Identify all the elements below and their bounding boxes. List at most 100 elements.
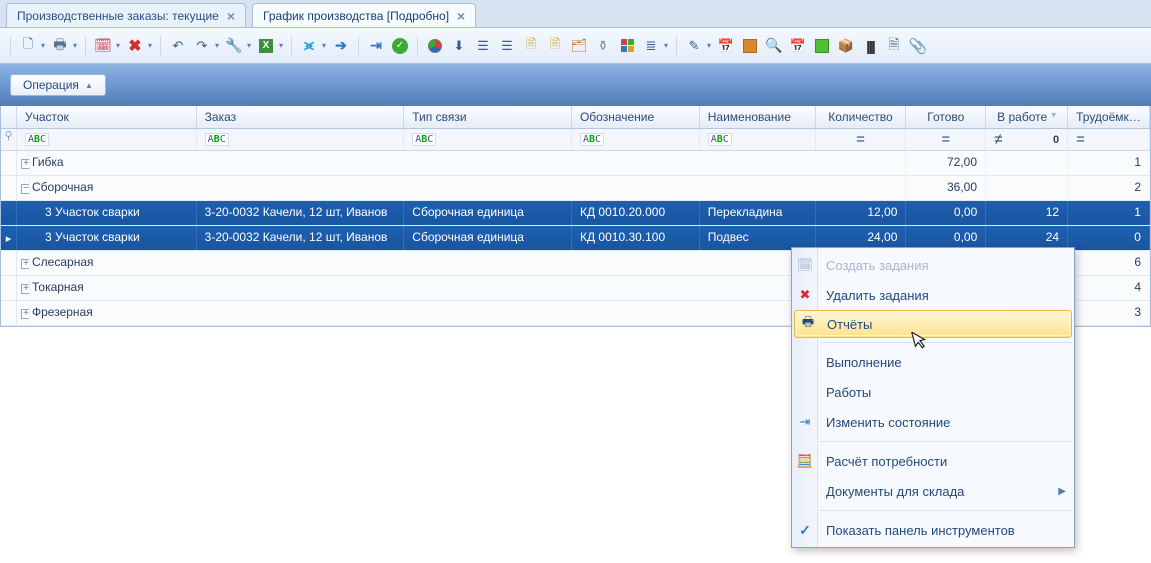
col-oboz[interactable]: Обозначение [572,106,700,128]
group-row[interactable]: + Гибка 72,00 1 [1,151,1150,176]
submenu-arrow-icon: ▶ [1058,486,1066,497]
filter-vrab[interactable]: ≠0 [986,129,1068,150]
undo-icon[interactable]: ↶ [167,35,189,57]
note2-icon[interactable]: 🗎 [544,35,566,57]
expand-icon[interactable]: + [21,284,30,294]
filter-gotovo[interactable]: = [906,129,986,150]
calc-icon: 🧮 [797,453,813,469]
cell-tip: Сборочная единица [404,226,572,250]
box-icon[interactable]: 📦 [835,35,857,57]
col-gotovo[interactable]: Готово [906,106,986,128]
col-uchastok[interactable]: Участок [17,106,197,128]
change-state-icon[interactable]: ⇥ [365,35,387,57]
col-vrab[interactable]: В работе▾ [986,106,1068,128]
redo-icon[interactable]: ↷ [191,35,213,57]
menu-delete-tasks[interactable]: ✖ Удалить задания [792,280,1074,310]
barcode-icon[interactable]: |||| [859,35,881,57]
share-icon[interactable]: ⪤ [298,35,320,57]
filter-trud[interactable]: = [1068,129,1150,150]
close-icon[interactable]: × [457,9,465,23]
tab-orders-current[interactable]: Производственные заказы: текущие × [6,3,246,27]
filter-kol[interactable]: = [816,129,907,150]
wand-icon[interactable]: ✎ [683,35,705,57]
expand-icon[interactable]: + [21,259,30,269]
export-excel-icon[interactable]: X [255,35,277,57]
tree-icon[interactable]: 🗂 [568,35,590,57]
menu-works[interactable]: Работы [792,377,1074,407]
filter-uchastok[interactable]: ABC [17,129,197,150]
dropdown-icon[interactable]: ▾ [39,41,47,50]
group-trud: 4 [1068,276,1150,300]
calendar-icon[interactable]: 📅 [715,35,737,57]
filter-active-icon[interactable]: ▾ [1051,110,1056,121]
expand-icon[interactable]: + [21,159,30,169]
forward-icon[interactable]: ➔ [330,35,352,57]
dropdown-icon[interactable]: ▾ [277,41,285,50]
grid-header: Участок Заказ Тип связи Обозначение Наим… [1,106,1150,129]
list2-icon[interactable]: ☰ [496,35,518,57]
wrench-icon[interactable]: 🔧 [223,35,245,57]
dropdown-icon[interactable]: ▾ [114,41,122,50]
filter-oboz[interactable]: ABC [572,129,700,150]
operation-dropdown[interactable]: Операция ▲ [10,74,106,96]
search-icon[interactable]: 🔍 [763,35,785,57]
calendar2-icon[interactable]: 📅 [787,35,809,57]
expand-icon[interactable]: + [21,309,30,319]
dropdown-icon[interactable]: ▾ [705,41,713,50]
filter-tip[interactable]: ABC [404,129,572,150]
list1-icon[interactable]: ☰ [472,35,494,57]
filter-toggle-icon[interactable]: ⚲ [1,129,17,150]
clip-icon[interactable]: 📎 [907,35,929,57]
menu-reports[interactable]: 🖶 Отчёты [794,310,1072,338]
dropdown-icon[interactable]: ▾ [320,41,328,50]
delete-icon[interactable]: ✖ [124,35,146,57]
printer-icon: 🖶 [800,316,816,332]
palette-icon[interactable] [616,35,638,57]
download-icon[interactable]: ⬇ [448,35,470,57]
menu-label: Создать задания [826,258,929,273]
col-zakaz[interactable]: Заказ [197,106,405,128]
pie-chart-icon[interactable] [424,35,446,57]
menu-requirement-calc[interactable]: 🧮 Расчёт потребности [792,446,1074,476]
dropdown-icon[interactable]: ▾ [213,41,221,50]
menu-warehouse-docs[interactable]: Документы для склада ▶ [792,476,1074,506]
table-row[interactable]: 3 Участок сварки 3-20-0032 Качели, 12 шт… [1,201,1150,226]
group-trud: 1 [1068,151,1150,175]
filter-zakaz[interactable]: ABC [197,129,405,150]
dropdown-icon[interactable]: ▾ [245,41,253,50]
menu-label: Изменить состояние [826,415,950,430]
tab-strip: Производственные заказы: текущие × Графи… [0,0,1151,28]
tab-production-schedule[interactable]: График производства [Подробно] × [252,3,476,27]
tab-label: Производственные заказы: текущие [17,9,219,23]
filter-naim[interactable]: ABC [700,129,816,150]
cell-gotovo: 0,00 [906,201,986,225]
menu-execution[interactable]: Выполнение [792,347,1074,377]
clock-icon[interactable] [739,35,761,57]
menu-label: Работы [826,385,871,400]
new-icon[interactable]: 🗋 [17,35,39,57]
col-tip[interactable]: Тип связи [404,106,572,128]
apply-icon[interactable]: ✓ [389,35,411,57]
menu-label: Расчёт потребности [826,454,947,469]
note1-icon[interactable]: 🗎 [520,35,542,57]
dropdown-icon[interactable]: ▾ [71,41,79,50]
print-icon[interactable]: 🖶 [49,35,71,57]
page-icon[interactable]: 🗎 [883,35,905,57]
menu-label: Показать панель инструментов [826,523,1015,538]
group-row[interactable]: − Сборочная 36,00 2 [1,176,1150,201]
col-trud[interactable]: Трудоёмкость [1068,106,1150,128]
col-kol[interactable]: Количество [816,106,907,128]
dropdown-icon[interactable]: ▾ [146,41,154,50]
menu-change-state[interactable]: ⇥ Изменить состояние [792,407,1074,437]
collapse-icon[interactable]: − [21,184,30,194]
add-task-icon[interactable]: 🗓 [92,35,114,57]
confirm-icon[interactable] [811,35,833,57]
funnel-icon[interactable]: ⚱ [592,35,614,57]
cell-trud: 0 [1068,226,1150,250]
menu-label: Выполнение [826,355,902,370]
close-icon[interactable]: × [227,9,235,23]
col-naim[interactable]: Наименование [700,106,816,128]
dropdown-icon[interactable]: ▾ [662,41,670,50]
list-ordered-icon[interactable]: ≣ [640,35,662,57]
menu-show-toolbar[interactable]: ✓ Показать панель инструментов [792,515,1074,545]
